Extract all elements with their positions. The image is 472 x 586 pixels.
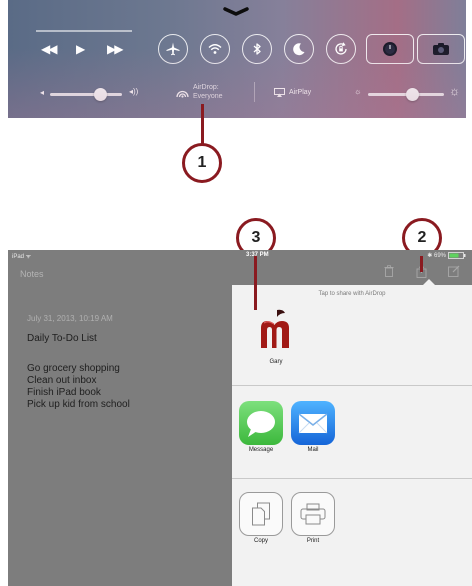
camera-icon [433,43,449,55]
envelope-icon [298,413,328,434]
airdrop-icon [176,90,189,98]
note-line: Clean out inbox [27,375,97,386]
print-label: Print [306,538,320,544]
airplay-icon [274,88,285,97]
timer-icon [383,42,397,56]
notes-title[interactable]: Notes [20,269,44,279]
brightness-low-icon: ☼ [354,87,362,96]
share-mail-button[interactable]: Mail [289,401,337,453]
copy-icon [252,502,270,526]
control-divider [254,82,255,102]
share-sheet: Tap to share with AirDrop Gary Message M… [232,285,472,586]
note-line: Pick up kid from school [27,399,130,410]
volume-low-icon: ◂ [40,88,45,97]
rewind-icon[interactable]: ◀◀ [41,42,58,56]
play-icon[interactable]: ▶ [76,42,85,56]
volume-slider[interactable] [50,93,122,96]
volume-high-icon: ◂)) [129,87,139,96]
copy-action-tile [239,492,283,536]
share-sheet-separator [232,385,472,386]
battery-percent: ✱ 69% [427,253,446,259]
rotation-lock-icon [335,42,347,55]
airplane-mode-toggle[interactable] [158,34,188,64]
brightness-slider-thumb[interactable] [405,88,419,101]
timer-button[interactable] [366,34,414,64]
wifi-toggle[interactable] [200,34,230,64]
callout-1: 1 [182,143,222,183]
message-app-icon [239,401,283,445]
airdrop-value: Everyone [193,93,223,100]
contact-avatar-icon [261,309,289,348]
share-copy-button[interactable]: Copy [237,492,285,544]
grabber-chevron-icon[interactable] [223,6,249,16]
airdrop-contact-name: Gary [269,359,283,365]
share-sheet-separator [232,478,472,479]
airdrop-hint: Tap to share with AirDrop [318,291,386,297]
airdrop-label: AirDrop: [193,84,219,91]
status-time: 3:37 PM [246,252,269,258]
mail-app-icon [291,401,335,445]
note-body[interactable]: Go grocery shopping Clean out inbox Fini… [27,363,130,411]
mail-label: Mail [307,447,319,453]
note-date: July 31, 2013, 10:19 AM [27,314,113,323]
copy-label: Copy [253,538,268,544]
airplane-icon [166,42,180,56]
airplay-label: AirPlay [289,89,312,96]
callout-3-leader [254,256,257,310]
airdrop-button[interactable]: AirDrop: Everyone [176,83,223,101]
note-line: Finish iPad book [27,387,101,398]
moon-icon [293,43,305,56]
note-line: Go grocery shopping [27,363,120,374]
bluetooth-icon [253,43,261,55]
ipad-screen: iPad ᯤ 3:37 PM ✱ 69% Notes July 31, 2013… [8,250,472,586]
battery-indicator: ✱ 69% [427,252,466,259]
compose-icon[interactable] [448,265,460,277]
rotation-lock-toggle[interactable] [326,34,356,64]
print-action-tile [291,492,335,536]
battery-icon [448,252,466,259]
callout-1-leader [201,104,204,148]
bluetooth-toggle[interactable] [242,34,272,64]
camera-button[interactable] [417,34,465,64]
speech-bubble-icon [247,411,275,437]
volume-slider-thumb[interactable] [93,88,107,101]
printer-icon [300,503,326,525]
status-bar: iPad ᯤ 3:37 PM ✱ 69% [8,250,472,262]
fast-forward-icon[interactable]: ▶▶ [107,42,124,56]
control-center: ◀◀ ▶ ▶▶ ◂ ◂)) AirDrop: Everyone AirPlay [8,0,466,118]
airdrop-contact-gary[interactable]: Gary [252,308,300,365]
message-label: Message [248,447,274,453]
carrier-label: iPad ᯤ [12,254,32,260]
share-print-button[interactable]: Print [289,492,337,544]
do-not-disturb-toggle[interactable] [284,34,314,64]
trash-icon[interactable] [384,265,394,277]
wifi-icon [208,44,222,54]
brightness-high-icon: ☼ [449,84,460,98]
playback-progress[interactable] [36,30,132,32]
share-message-button[interactable]: Message [237,401,285,453]
callout-2-leader [420,256,423,272]
airplay-button[interactable]: AirPlay [274,88,311,97]
note-heading[interactable]: Daily To-Do List [27,333,97,344]
